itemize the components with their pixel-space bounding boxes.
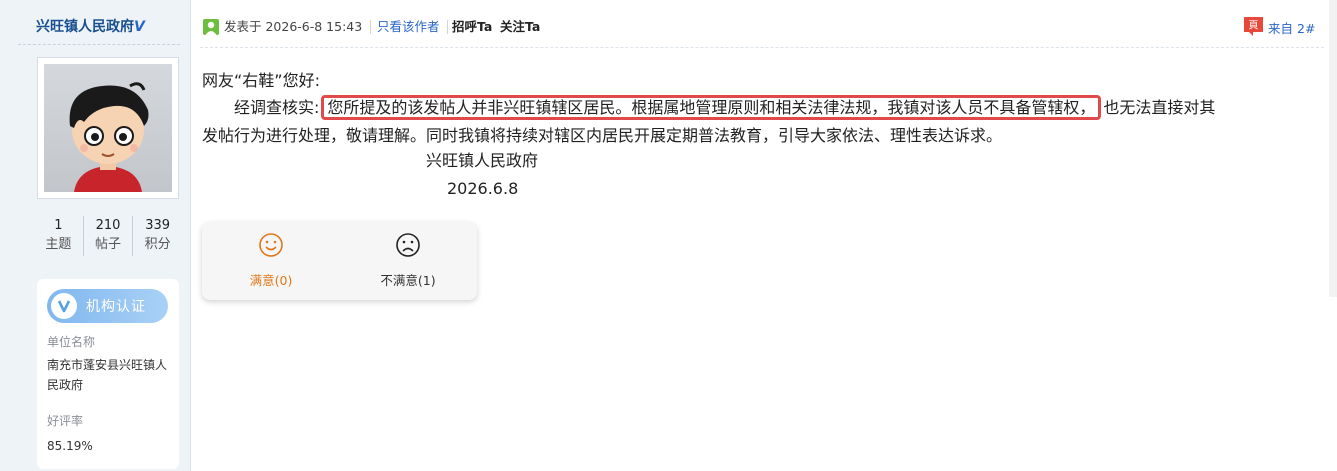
divider — [18, 44, 180, 45]
satisfied-label: 满意(0) — [249, 273, 293, 288]
svg-text:頁: 頁 — [1249, 20, 1259, 32]
greet-ta-link[interactable]: 招呼Ta — [452, 19, 492, 35]
divider — [447, 20, 448, 34]
user-name[interactable]: 兴旺镇人民政府 — [36, 19, 134, 35]
post-time: 发表于 2026-6-8 15:43 — [224, 19, 363, 34]
greeting-line: 网友“右鞋”您好: — [202, 71, 320, 90]
post-source: 来自 2# — [1268, 18, 1315, 37]
unsatisfied-label: 不满意(1) — [380, 273, 436, 288]
stat-points[interactable]: 339 积分 — [132, 216, 182, 256]
rating-rate-value: 85.19% — [47, 439, 93, 453]
unit-name-label: 单位名称 — [47, 335, 96, 349]
rating-rate-label: 好评率 — [47, 414, 84, 428]
signature: 兴旺镇人民政府 — [426, 151, 539, 170]
floor-number[interactable]: 2# — [1297, 21, 1315, 36]
cert-label: 机构认证 — [86, 299, 146, 315]
stat-value: 1 — [54, 218, 63, 233]
scrollbar[interactable] — [1329, 0, 1337, 297]
frown-icon — [396, 233, 420, 257]
unit-name-value: 南充市蓬安县兴旺镇人民政府 — [47, 358, 168, 392]
stat-label: 主题 — [45, 237, 72, 252]
reply-paragraph-line1: 经调查核实: 您所提及的该发帖人并非兴旺镇辖区居民。根据属地管理原则和相关法律法规… — [202, 95, 1215, 120]
poster-icon — [203, 19, 219, 35]
lead-text: 经调查核实: — [234, 98, 320, 117]
stat-label: 帖子 — [95, 237, 122, 252]
divider — [370, 20, 371, 34]
user-name-link[interactable]: 兴旺镇人民政府V — [36, 16, 145, 36]
stat-posts[interactable]: 210 帖子 — [82, 216, 133, 256]
cert-v-icon — [51, 293, 77, 319]
reply-paragraph-line2: 发帖行为进行处理，敬请理解。同时我镇将持续对辖区内居民开展定期普法教育，引导大家… — [202, 126, 1003, 145]
avatar-cartoon-icon — [44, 64, 172, 192]
stat-label: 积分 — [144, 237, 171, 252]
vip-icon: V — [134, 19, 145, 35]
divider — [200, 47, 1324, 48]
signature-date: 2026.6.8 — [447, 179, 519, 198]
follow-ta-link[interactable]: 关注Ta — [500, 19, 540, 35]
stat-value: 210 — [95, 218, 121, 233]
stat-topics[interactable]: 1 主题 — [34, 216, 83, 256]
avatar[interactable] — [37, 57, 179, 199]
only-author-link[interactable]: 只看该作者 — [377, 19, 440, 35]
rating-box: 满意(0) 不满意(1) — [202, 222, 477, 300]
smile-icon — [259, 233, 283, 257]
unsatisfied-button[interactable]: 不满意(1) — [358, 232, 458, 289]
org-info-card: 机构认证 单位名称 南充市蓬安县兴旺镇人民政府 好评率 85.19% — [37, 279, 179, 469]
satisfied-button[interactable]: 满意(0) — [221, 232, 321, 289]
org-cert-badge[interactable]: 机构认证 — [47, 289, 168, 323]
user-stats: 1 主题 210 帖子 339 积分 — [34, 216, 182, 256]
from-icon: 頁 — [1244, 17, 1263, 36]
highlighted-text: 您所提及的该发帖人并非兴旺镇辖区居民。根据属地管理原则和相关法律法规，我镇对该人… — [321, 95, 1102, 120]
stat-value: 339 — [145, 218, 171, 233]
from-label: 来自 — [1268, 21, 1294, 36]
user-sidebar: 兴旺镇人民政府V 1 主题 210 帖子 339 积分 机构认证 单位名称 南充… — [0, 0, 191, 471]
tail-text: 也无法直接对其 — [1103, 98, 1216, 117]
